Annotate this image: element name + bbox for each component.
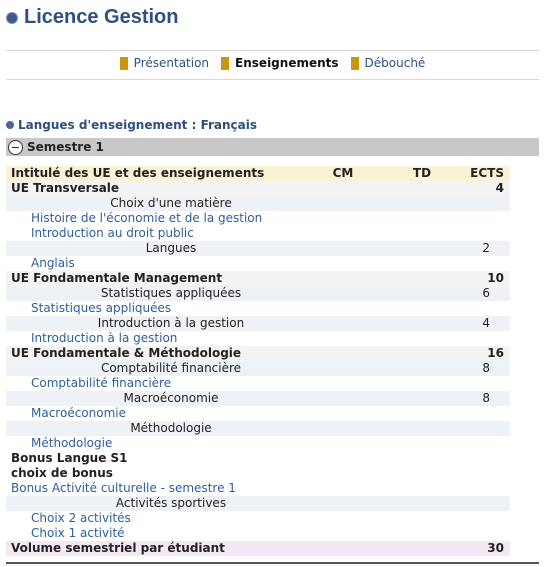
col-cm-header: CM (332, 166, 354, 180)
table-row: Macroéconomie 8 (6, 391, 510, 406)
course-link[interactable]: Introduction à la gestion (31, 331, 177, 346)
choice-label: Langues (145, 241, 197, 255)
table-row: Introduction au droit public (6, 226, 510, 241)
table-footer-row: Volume semestriel par étudiant 30 (6, 541, 510, 556)
course-link[interactable]: Introduction au droit public (31, 226, 194, 241)
ue-label: UE Fondamentale & Méthodologie (11, 346, 242, 360)
course-link[interactable]: Anglais (31, 256, 75, 271)
table-row: Histoire de l'économie et de la gestion (6, 211, 510, 226)
courses-table: Intitulé des UE et des enseignements CM … (6, 166, 510, 556)
bonus-label: choix de bonus (11, 466, 113, 480)
table-row: Anglais (6, 256, 510, 271)
table-row: Méthodologie (6, 421, 510, 436)
ects-value: 10 (487, 271, 504, 285)
table-row: Activités sportives (6, 496, 510, 511)
tab-bar: Présentation Enseignements Débouché (0, 56, 545, 70)
ects-value: 4 (482, 316, 490, 330)
ects-value: 4 (495, 181, 504, 195)
ects-value: 8 (482, 361, 490, 375)
tab-debouche-link[interactable]: Débouché (365, 56, 426, 70)
course-link[interactable]: Histoire de l'économie et de la gestion (31, 211, 262, 226)
footer-ects: 30 (487, 541, 504, 555)
ue-label: UE Transversale (11, 181, 120, 195)
col-title-header: Intitulé des UE et des enseignements (11, 166, 265, 180)
choice-label: Introduction à la gestion (97, 316, 245, 330)
table-row: Bonus Langue S1 (6, 451, 510, 466)
table-row: Statistiques appliquées (6, 301, 510, 316)
tab-debouche[interactable]: Débouché (350, 56, 426, 70)
divider-bottom (6, 562, 539, 564)
course-link[interactable]: Statistiques appliquées (31, 301, 171, 316)
collapse-minus-icon[interactable] (8, 139, 23, 155)
tab-marker-icon (221, 56, 230, 70)
ects-value: 16 (487, 346, 504, 360)
semester-header[interactable]: Semestre 1 (6, 138, 539, 156)
table-row: Macroéconomie (6, 406, 510, 421)
language-info: Langues d'enseignement : Français (6, 118, 257, 132)
tab-presentation-link[interactable]: Présentation (134, 56, 209, 70)
choice-label: Choix d'une matière (110, 196, 232, 210)
ue-row: UE Transversale 4 (6, 181, 510, 196)
table-row: Bonus Activité culturelle - semestre 1 (6, 481, 510, 496)
ue-label: UE Fondamentale Management (11, 271, 223, 285)
choice-label: Statistiques appliquées (100, 286, 242, 300)
course-link[interactable]: Choix 2 activités (31, 511, 131, 526)
ue-row: UE Fondamentale Management 10 (6, 271, 510, 286)
tab-presentation[interactable]: Présentation (119, 56, 209, 70)
course-link[interactable]: Choix 1 activité (31, 526, 125, 541)
table-row: Comptabilité financière (6, 376, 510, 391)
table-row: Comptabilité financière 8 (6, 361, 510, 376)
course-link[interactable]: Méthodologie (31, 436, 112, 451)
ects-value: 8 (482, 391, 490, 405)
table-row: Introduction à la gestion (6, 331, 510, 346)
title-bullet-icon (6, 11, 18, 24)
course-link[interactable]: Bonus Activité culturelle - semestre 1 (11, 481, 236, 496)
col-td-header: TD (412, 166, 432, 180)
bonus-label: Bonus Langue S1 (11, 451, 128, 465)
tab-marker-icon (350, 56, 359, 70)
semester-label: Semestre 1 (27, 140, 104, 154)
ects-value: 6 (482, 286, 490, 300)
tab-marker-icon (119, 56, 128, 70)
table-row: Statistiques appliquées 6 (6, 286, 510, 301)
language-bullet-icon (6, 121, 14, 129)
page-title: Licence Gestion (24, 6, 179, 28)
col-ects-header: ECTS (470, 166, 504, 180)
divider-top (6, 50, 539, 51)
divider-tabs (6, 79, 539, 80)
choice-label: Activités sportives (115, 496, 227, 510)
ects-value: 2 (482, 241, 490, 255)
table-row: Choix d'une matière (6, 196, 510, 211)
ue-row: UE Fondamentale & Méthodologie 16 (6, 346, 510, 361)
table-row: Langues 2 (6, 241, 510, 256)
table-header-row: Intitulé des UE et des enseignements CM … (6, 166, 510, 181)
course-link[interactable]: Comptabilité financière (31, 376, 171, 391)
choice-label: Comptabilité financière (100, 361, 242, 375)
choice-label: Macroéconomie (123, 391, 219, 405)
tab-enseignements-label[interactable]: Enseignements (235, 56, 338, 70)
language-text: Langues d'enseignement : Français (18, 118, 258, 132)
table-row: choix de bonus (6, 466, 510, 481)
tab-enseignements[interactable]: Enseignements (221, 56, 339, 70)
table-row: Choix 2 activités (6, 511, 510, 526)
table-row: Méthodologie (6, 436, 510, 451)
course-link[interactable]: Macroéconomie (31, 406, 126, 421)
table-row: Introduction à la gestion 4 (6, 316, 510, 331)
footer-label: Volume semestriel par étudiant (11, 541, 225, 555)
choice-label: Méthodologie (130, 421, 212, 435)
page-header: Licence Gestion (6, 6, 179, 29)
table-row: Choix 1 activité (6, 526, 510, 541)
